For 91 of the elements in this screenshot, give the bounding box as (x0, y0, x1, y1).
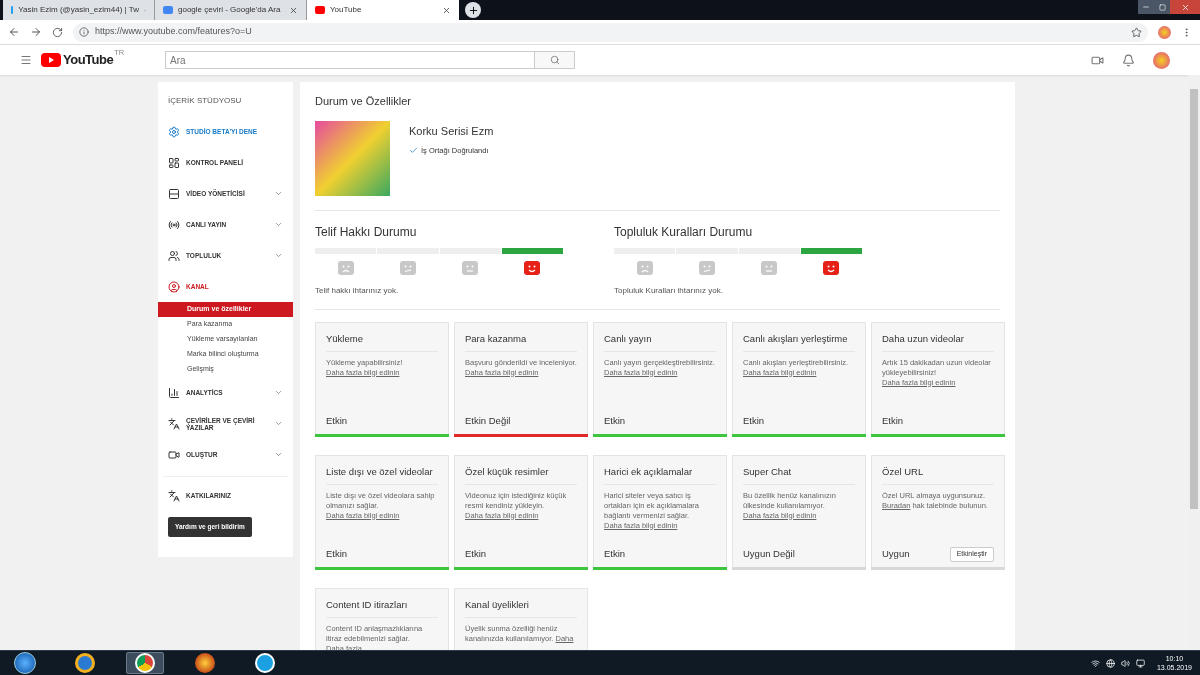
tab-title: google çeviri - Google'da Ara (178, 4, 282, 16)
feature-title: Content ID itirazları (326, 597, 438, 618)
search-button[interactable] (535, 51, 575, 69)
favicon-icon (315, 6, 325, 14)
sidebar-title: İÇERİK STÜDYOSU (167, 95, 243, 107)
chevron-down-icon[interactable] (274, 251, 283, 260)
chevron-down-icon[interactable] (274, 419, 283, 428)
feature-status: Etkin (882, 414, 904, 429)
browser-tab[interactable]: google çeviri - Google'da Ara (155, 0, 307, 20)
avatar[interactable] (1153, 51, 1170, 69)
status-note: Telif hakkı ihtarınız yok. (315, 284, 400, 297)
reload-icon[interactable] (52, 26, 63, 38)
list-icon (168, 187, 180, 200)
address-bar[interactable]: https://www.youtube.com/features?o=U (73, 22, 1148, 42)
plus-icon (467, 4, 479, 16)
search-field[interactable]: Ara (165, 51, 535, 69)
close-button[interactable] (1170, 0, 1200, 14)
minimize-icon (1142, 3, 1150, 11)
feature-status: Etkin (743, 414, 765, 429)
menu-icon[interactable] (20, 54, 32, 66)
feature-status: Etkin Değil (465, 414, 511, 429)
feature-status: Etkin (604, 414, 626, 429)
feature-status: Etkin (465, 547, 487, 562)
bell-icon[interactable] (1122, 53, 1135, 67)
feature-title: Harici ek açıklamalar (604, 464, 716, 485)
feature-title: Liste dışı ve özel videolar (326, 464, 438, 485)
browser-tab[interactable]: YouTube (307, 0, 459, 20)
info-icon (79, 27, 89, 37)
chevron-down-icon[interactable] (274, 220, 283, 229)
favicon-icon (11, 6, 14, 14)
feature-title: Özel URL (882, 464, 994, 485)
feature-status: Uygun Değil (743, 547, 795, 562)
scrollbar-thumb[interactable] (1190, 89, 1198, 509)
tab-title: YouTube (330, 4, 363, 16)
feature-status: Etkin (326, 414, 348, 429)
user-icon (168, 280, 180, 293)
bar-chart-icon (168, 386, 180, 399)
status-title: Telif Hakkı Durumu (315, 223, 418, 241)
feature-title: Özel küçük resimler (465, 464, 577, 485)
feature-status: Uygun (882, 547, 910, 562)
status-title: Topluluk Kuralları Durumu (614, 223, 754, 241)
favicon-icon (163, 6, 173, 14)
taskbar-app[interactable] (126, 652, 164, 674)
logo-text[interactable]: YouTube (63, 50, 114, 70)
dashboard-icon (168, 156, 180, 169)
feature-title: Canlı akışları yerleştirme (743, 331, 855, 352)
check-icon (409, 146, 418, 156)
feature-status: Etkin (604, 547, 626, 562)
network-icon[interactable] (1090, 658, 1100, 668)
new-tab-button[interactable] (465, 2, 481, 18)
browser-tab[interactable]: Yasin Ezim (@yasin_ezim44) | Tw (3, 0, 155, 20)
speaker-icon[interactable] (1120, 658, 1130, 668)
game-icon[interactable] (195, 653, 215, 673)
feature-title: Daha uzun videolar (882, 331, 994, 352)
avatar[interactable] (1158, 25, 1171, 39)
search-icon (549, 55, 560, 65)
start-icon[interactable] (14, 652, 36, 674)
broadcast-icon (168, 218, 180, 231)
close-icon (1180, 2, 1190, 12)
globe-icon[interactable] (1105, 658, 1115, 668)
chevron-down-icon[interactable] (274, 388, 283, 397)
video-camera-icon (168, 448, 180, 461)
minimize-button[interactable] (1138, 0, 1154, 14)
channel-name: Korku Serisi Ezm (409, 123, 494, 139)
tab-title: Yasin Ezim (@yasin_ezim44) | Tw (18, 4, 139, 16)
close-icon[interactable] (442, 5, 451, 15)
people-icon (168, 249, 180, 262)
page-title: Durum ve Özellikler (315, 94, 412, 109)
back-icon[interactable] (8, 26, 20, 38)
feature-status: Etkin (326, 547, 348, 562)
maximize-icon (1158, 3, 1166, 11)
feature-title: Para kazanma (465, 331, 577, 352)
feature-title: Canlı yayın (604, 331, 716, 352)
translate-icon (168, 417, 180, 430)
chat-icon[interactable] (255, 653, 275, 673)
play-logo-icon[interactable] (41, 53, 61, 67)
chevron-down-icon[interactable] (274, 450, 283, 459)
status-note: Topluluk Kuralları ihtarınız yok. (614, 284, 724, 297)
monitor-icon[interactable] (1135, 658, 1145, 668)
translate-icon (168, 489, 180, 502)
star-icon[interactable] (1131, 26, 1142, 38)
forward-icon[interactable] (30, 26, 42, 38)
maximize-button[interactable] (1154, 0, 1170, 14)
feature-title: Super Chat (743, 464, 855, 485)
url-text: https://www.youtube.com/features?o=U (95, 25, 252, 39)
browser-icon[interactable] (75, 653, 95, 673)
feature-title: Yükleme (326, 331, 438, 352)
chevron-down-icon[interactable] (274, 189, 283, 198)
feature-title: Kanal üyelikleri (465, 597, 577, 618)
settings-icon (168, 125, 180, 138)
close-icon[interactable] (289, 5, 298, 15)
